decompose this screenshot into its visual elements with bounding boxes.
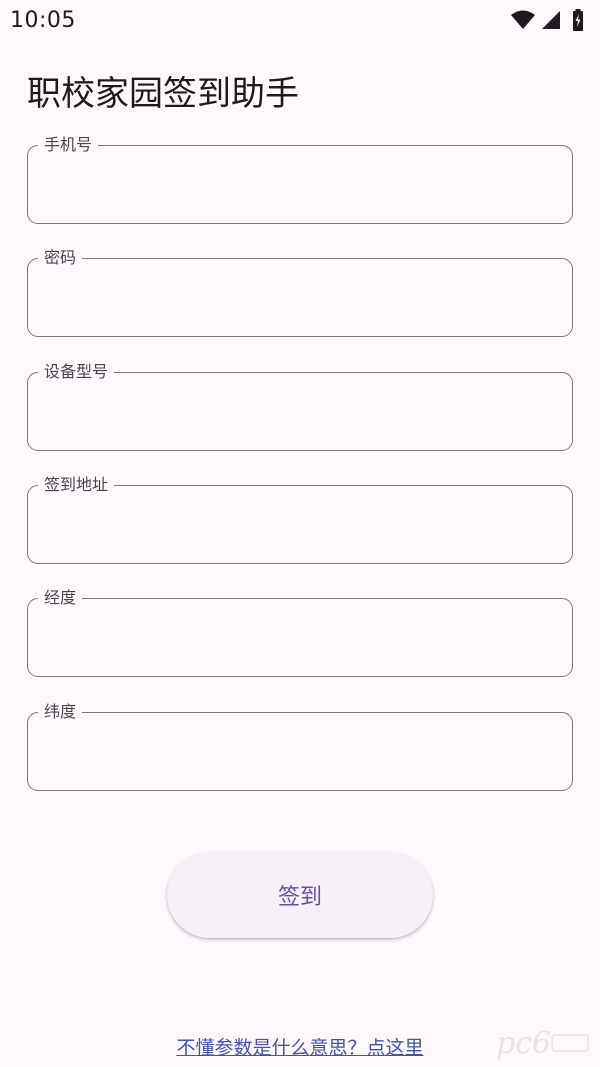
- watermark-logo: pc6: [496, 1023, 592, 1063]
- latitude-field[interactable]: 纬度: [27, 702, 573, 791]
- signal-icon: [542, 11, 560, 29]
- address-input[interactable]: [41, 501, 559, 549]
- password-field[interactable]: 密码: [27, 248, 573, 337]
- password-input[interactable]: [41, 274, 559, 322]
- status-bar: 10:05: [0, 0, 600, 40]
- svg-text:pc6: pc6: [496, 1026, 551, 1061]
- latitude-input[interactable]: [41, 728, 559, 776]
- device-model-input[interactable]: [41, 388, 559, 436]
- sign-in-button[interactable]: 签到: [167, 852, 433, 938]
- status-time: 10:05: [10, 8, 76, 33]
- wifi-icon: [511, 10, 535, 29]
- latitude-field-label: 纬度: [38, 702, 83, 722]
- longitude-field[interactable]: 经度: [27, 588, 573, 677]
- longitude-input[interactable]: [41, 614, 559, 662]
- phone-field[interactable]: 手机号: [27, 135, 573, 224]
- page-title: 职校家园签到助手: [27, 74, 299, 114]
- status-icons: [510, 9, 590, 31]
- address-field-label: 签到地址: [38, 475, 115, 495]
- battery-charging-icon: [573, 9, 583, 31]
- device-model-field-label: 设备型号: [38, 362, 115, 382]
- password-field-label: 密码: [38, 248, 83, 268]
- phone-input[interactable]: [41, 161, 559, 209]
- address-field[interactable]: 签到地址: [27, 475, 573, 564]
- device-model-field[interactable]: 设备型号: [27, 362, 573, 451]
- longitude-field-label: 经度: [38, 588, 83, 608]
- phone-field-label: 手机号: [38, 135, 99, 155]
